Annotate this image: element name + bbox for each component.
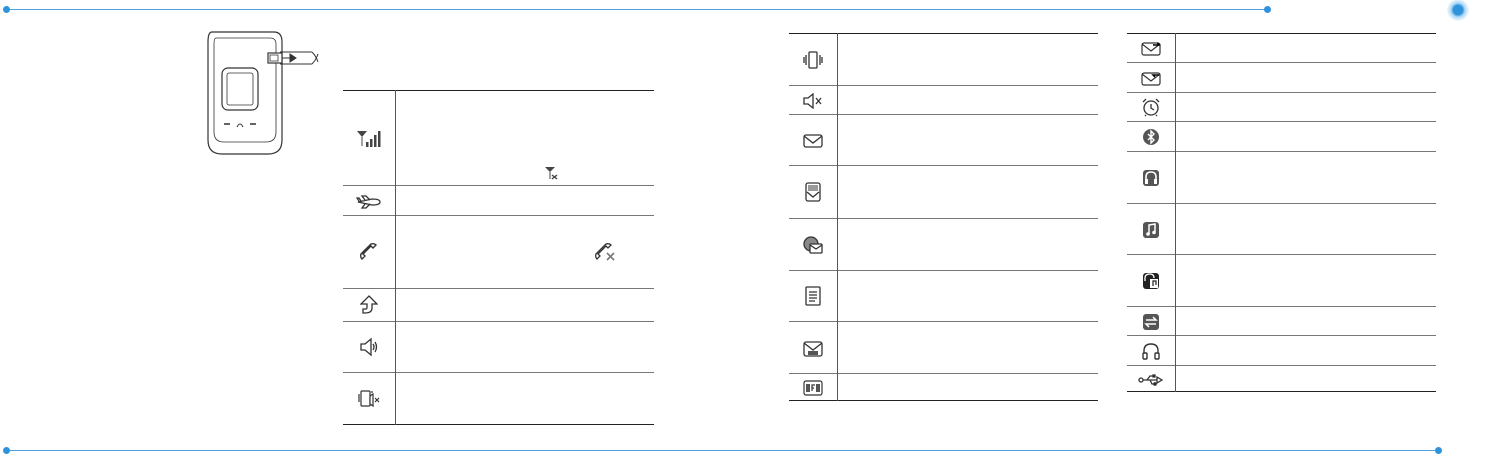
sync-icon xyxy=(1143,313,1159,330)
table-row xyxy=(1127,306,1436,336)
call-active-icon xyxy=(359,243,377,261)
email-icon xyxy=(803,236,823,254)
new-message-icon xyxy=(803,134,823,148)
table-row xyxy=(1127,365,1436,392)
table-row xyxy=(1127,121,1436,152)
table-row xyxy=(789,165,1098,219)
table-row xyxy=(1127,33,1436,63)
table-row xyxy=(343,185,654,216)
music-playing-icon xyxy=(1143,221,1159,238)
table-row xyxy=(1127,335,1436,366)
phone-with-charger-illustration xyxy=(207,31,319,155)
table-row xyxy=(789,85,1098,115)
icon-table-3 xyxy=(1127,33,1436,392)
call-forwarding-icon xyxy=(360,295,378,314)
new-text-icon xyxy=(805,286,821,306)
facebook-icon xyxy=(803,380,823,396)
table-row xyxy=(789,270,1098,322)
headset-icon xyxy=(1142,343,1160,360)
message-receiving-icon xyxy=(1141,71,1161,86)
bluetooth-icon xyxy=(1143,129,1159,146)
icon-table-1 xyxy=(343,90,654,425)
table-row xyxy=(789,114,1098,166)
table-row xyxy=(789,373,1098,401)
table-row xyxy=(1127,62,1436,93)
message-sending-icon xyxy=(1141,42,1161,56)
table-row xyxy=(1127,254,1436,307)
table-row xyxy=(1127,151,1436,204)
new-mms-icon xyxy=(805,182,821,202)
silent-vibrate-icon xyxy=(358,389,380,407)
bluetooth-music-icon xyxy=(1143,273,1159,290)
table-row xyxy=(789,33,1098,86)
top-rule xyxy=(6,9,1268,10)
bluetooth-headset-icon xyxy=(1143,170,1159,187)
icon-table-2 xyxy=(789,33,1098,401)
bottom-rule xyxy=(6,450,1438,451)
vibration-icon xyxy=(803,51,823,69)
table-row xyxy=(343,372,654,425)
table-row xyxy=(343,288,654,322)
table-row xyxy=(343,90,654,186)
bottom-rule-left-dot xyxy=(3,447,10,454)
table-row xyxy=(343,215,654,289)
page-corner-glow xyxy=(1447,0,1469,21)
table-row xyxy=(1127,203,1436,255)
bottom-rule-right-dot xyxy=(1435,447,1442,454)
top-rule-left-dot xyxy=(3,6,10,13)
table-row xyxy=(343,321,654,373)
table-row xyxy=(1127,92,1436,122)
table-row xyxy=(789,218,1098,271)
no-signal-icon xyxy=(545,167,558,180)
no-call-icon xyxy=(595,243,615,261)
mute-icon xyxy=(803,93,822,109)
table-row xyxy=(789,321,1098,374)
usb-icon xyxy=(1138,373,1164,386)
speakerphone-icon xyxy=(360,337,378,357)
signal-strength-icon xyxy=(357,130,381,147)
alarm-icon xyxy=(1142,98,1160,117)
flight-mode-icon xyxy=(356,194,381,209)
voicemail-icon xyxy=(803,340,823,357)
top-rule-right-dot xyxy=(1264,6,1271,13)
